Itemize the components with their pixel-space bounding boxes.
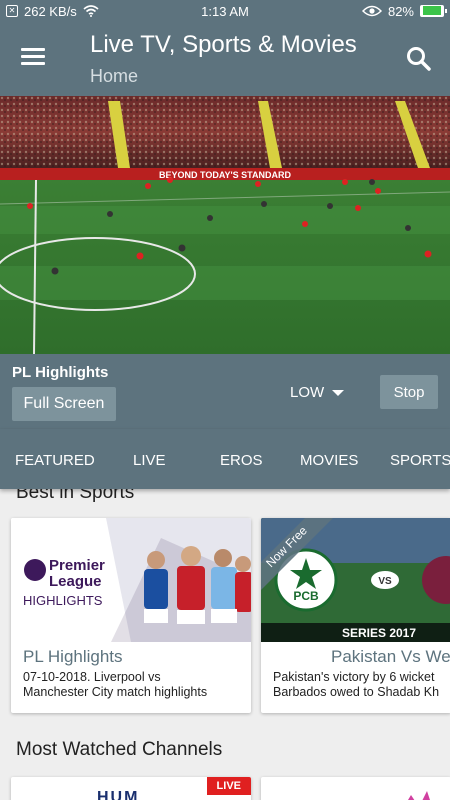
- eye-icon: [361, 5, 382, 17]
- tab-sports[interactable]: SPORTS: [390, 452, 450, 469]
- channel-card-hum[interactable]: HUM LIVE: [11, 777, 251, 800]
- battery-percent: 82%: [387, 3, 414, 19]
- card-description: Pakistan's victory by 6 wicket Barbados …: [273, 670, 440, 699]
- app-title: Live TV, Sports & Movies: [90, 31, 357, 58]
- series-label: SERIES 2017: [342, 626, 416, 640]
- full-screen-button[interactable]: Full Screen: [12, 387, 116, 421]
- quality-value: LOW: [290, 384, 325, 401]
- tab-eros[interactable]: EROS: [220, 452, 263, 469]
- card-thumbnail: Premier League HIGHLIGHTS: [11, 518, 251, 642]
- card-title: Pakistan Vs We: [331, 647, 450, 666]
- channel-logo: HUM: [97, 789, 140, 800]
- pcb-logo-text: PCB: [293, 589, 319, 603]
- menu-icon[interactable]: [18, 44, 48, 70]
- card-pl-highlights[interactable]: Premier League HIGHLIGHTS PL Highlights …: [11, 518, 251, 713]
- video-player[interactable]: BEYOND TODAY'S STANDARD: [0, 96, 450, 354]
- quality-dropdown[interactable]: LOW: [290, 384, 345, 401]
- content-area[interactable]: Best in Sports Premier League HIGHLIGHTS…: [0, 489, 450, 800]
- vs-text: VS: [378, 576, 392, 587]
- stadium-banner: BEYOND TODAY'S STANDARD: [159, 170, 291, 180]
- card-logo-line2: League: [49, 573, 102, 590]
- player-controls: PL Highlights Full Screen LOW Stop: [0, 354, 450, 429]
- tab-movies[interactable]: MOVIES: [300, 452, 358, 469]
- status-bar: ✕ 262 KB/s 1:13 AM 82%: [0, 0, 450, 22]
- battery-icon: [420, 5, 447, 17]
- live-badge: LIVE: [206, 777, 251, 795]
- card-title: PL Highlights: [23, 647, 123, 666]
- card-thumbnail: PCB VS SERIES 2017 Now Free: [261, 518, 450, 642]
- channel-logo-graphic: [408, 791, 430, 800]
- tab-live[interactable]: LIVE: [133, 452, 166, 469]
- card-logo-line1: Premier: [49, 557, 105, 574]
- card-pakistan-vs-wi[interactable]: PCB VS SERIES 2017 Now Free Pakistan Vs …: [261, 518, 450, 713]
- chevron-down-icon: [332, 389, 345, 396]
- now-playing-title: PL Highlights: [12, 364, 109, 381]
- section-title-most-watched: Most Watched Channels: [16, 739, 223, 760]
- app-subtitle: Home: [90, 66, 139, 86]
- stop-button[interactable]: Stop: [380, 375, 438, 409]
- video-frame: BEYOND TODAY'S STANDARD: [0, 96, 450, 354]
- card-logo-line3: HIGHLIGHTS: [23, 593, 103, 608]
- card-description: 07-10-2018. Liverpool vs Manchester City…: [23, 670, 208, 699]
- app-bar: Live TV, Sports & Movies Home: [0, 22, 450, 96]
- channel-card-2[interactable]: [261, 777, 450, 800]
- search-icon[interactable]: [404, 44, 434, 74]
- category-tabs: FEATURED LIVE EROS MOVIES SPORTS: [0, 429, 450, 489]
- section-title-best-in-sports: Best in Sports: [16, 489, 135, 503]
- tab-featured[interactable]: FEATURED: [15, 452, 95, 469]
- premier-league-lion-icon: [24, 559, 46, 581]
